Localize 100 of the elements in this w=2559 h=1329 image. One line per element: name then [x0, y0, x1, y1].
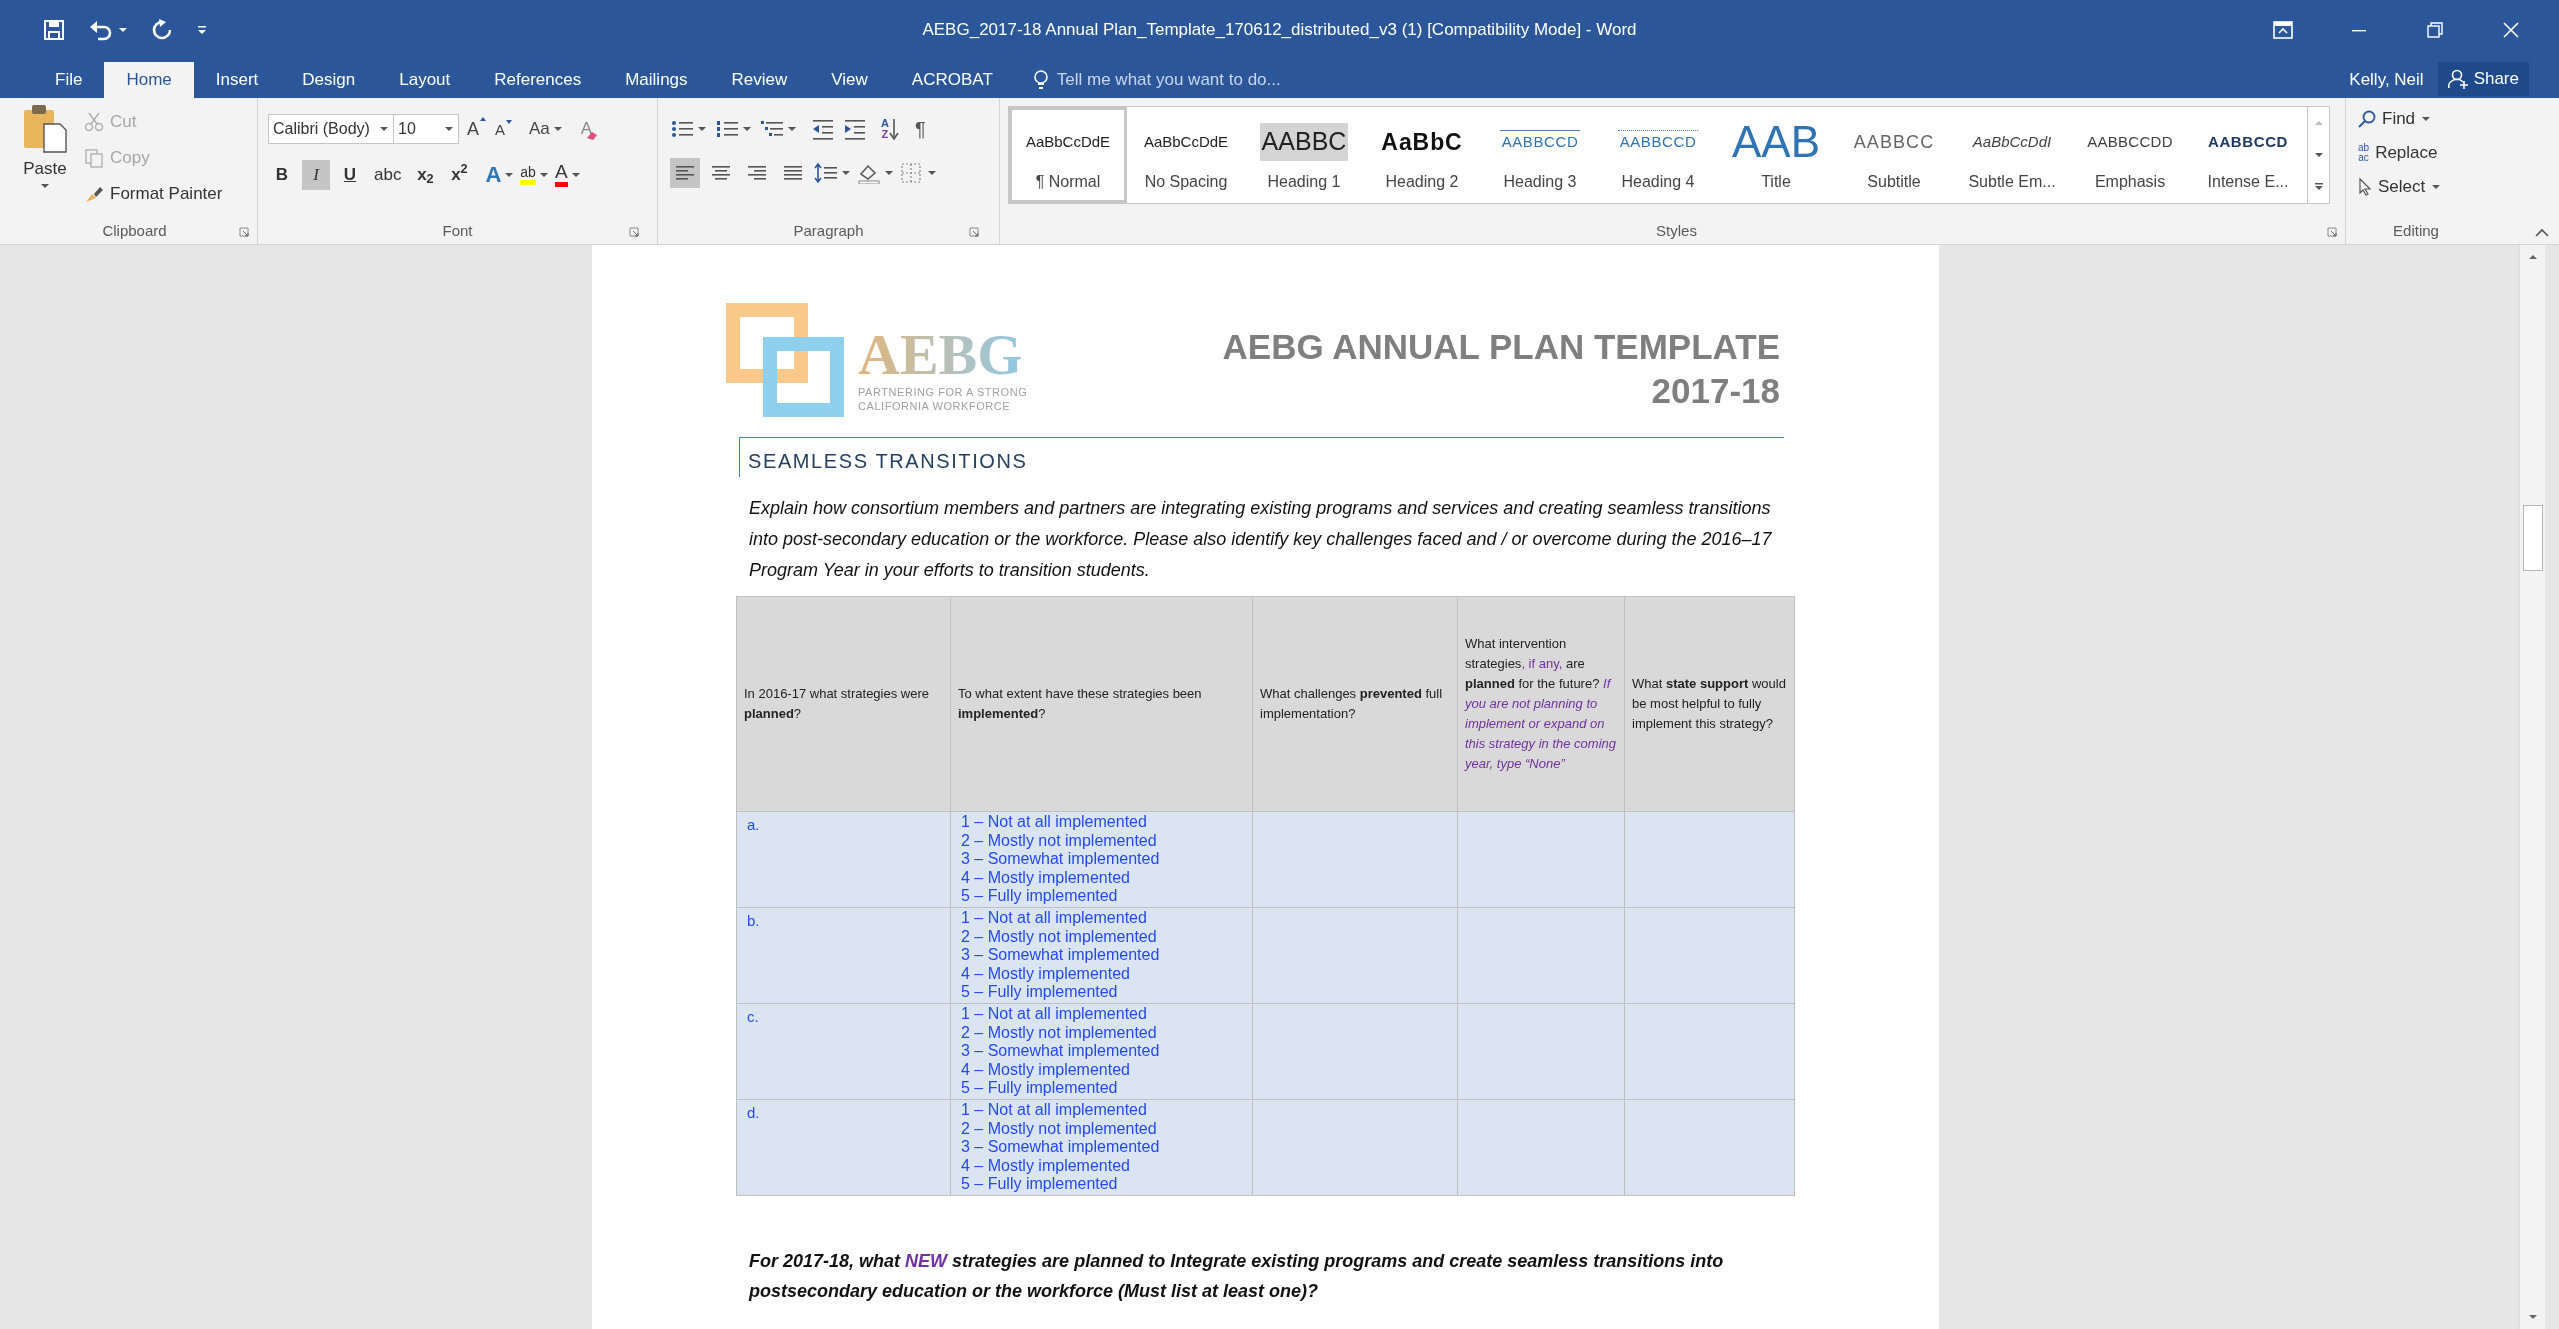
collapse-ribbon-icon[interactable]: [2535, 228, 2549, 238]
rating-option: 1 – Not at all implemented: [961, 909, 1242, 928]
dialog-launcher-icon[interactable]: [629, 227, 639, 237]
copy-icon: [84, 148, 104, 168]
logo-squares-icon: [726, 303, 844, 417]
tell-me-field[interactable]: Tell me what you want to do...: [1056, 67, 1387, 93]
style-gallery-item[interactable]: AABBCCD Heading 4: [1599, 107, 1717, 203]
ribbon-tab[interactable]: References: [472, 62, 604, 98]
undo-icon[interactable]: [88, 18, 114, 42]
caret-icon[interactable]: [841, 169, 851, 177]
style-gallery-item[interactable]: AaBbC Heading 2: [1363, 107, 1481, 203]
rating-option: 3 – Somewhat implemented: [961, 850, 1242, 869]
caret-icon[interactable]: [884, 169, 894, 177]
caret-icon: [504, 170, 515, 179]
format-button[interactable]: U: [336, 159, 364, 190]
dialog-launcher-icon[interactable]: [2327, 227, 2337, 237]
scrollbar-thumb[interactable]: [2522, 505, 2543, 571]
group-label: Font: [442, 220, 473, 241]
ribbon-tab[interactable]: Review: [709, 62, 810, 98]
rating-option: 1 – Not at all implemented: [961, 1101, 1242, 1120]
ribbon-tab[interactable]: Home: [104, 62, 194, 98]
style-gallery-item[interactable]: AaBbCcDdI Subtle Em...: [1953, 107, 2071, 203]
align-left-button[interactable]: [670, 158, 700, 188]
change-case-button[interactable]: Aa: [529, 116, 563, 142]
ribbon-display-icon[interactable]: [2273, 21, 2293, 39]
column-header: What state support would be most helpful to fully implement this strategy?: [1624, 596, 1795, 812]
shading-icon[interactable]: [857, 162, 881, 184]
caret-icon: [2421, 115, 2432, 123]
numbering-icon[interactable]: [715, 118, 739, 140]
ribbon-tab[interactable]: Insert: [193, 62, 281, 98]
dialog-launcher-icon[interactable]: [969, 227, 979, 237]
logo-tagline: PARTNERING FOR A STRONG: [858, 385, 1028, 399]
show-marks-button[interactable]: ¶: [914, 114, 926, 144]
lightbulb-icon: [1032, 69, 1049, 91]
style-gallery-item[interactable]: AAB Title: [1717, 107, 1835, 203]
caret-icon: [2431, 183, 2442, 191]
caret-down-icon: [505, 119, 514, 126]
caret-icon[interactable]: [787, 125, 797, 133]
format-button[interactable]: I: [302, 159, 330, 190]
caret-icon: [538, 170, 549, 179]
pointer-icon: [2358, 178, 2372, 196]
down-arrow-icon: [888, 118, 899, 140]
format-button[interactable]: x$_{2}$: [411, 159, 440, 190]
style-gallery-item[interactable]: AABBCCDD Emphasis: [2071, 107, 2189, 203]
window-title: AEBG_2017-18 Annual Plan_Template_170612_distributed_v3 (1) [Compatibility Mode] - Word: [922, 20, 1637, 40]
shrink-font-button[interactable]: A: [495, 119, 514, 142]
highlight-button[interactable]: ab: [520, 164, 549, 185]
rating-option: 1 – Not at all implemented: [961, 813, 1242, 832]
redo-icon[interactable]: [150, 18, 174, 42]
style-gallery-item[interactable]: AABBCCD Intense E...: [2189, 107, 2307, 203]
restore-icon[interactable]: [2427, 22, 2443, 38]
decrease-indent-icon[interactable]: [811, 118, 835, 140]
vertical-scrollbar[interactable]: [2519, 245, 2545, 1329]
format-button[interactable]: B: [268, 159, 296, 190]
grow-font-button[interactable]: A: [467, 115, 487, 143]
scroll-down-icon[interactable]: [2313, 151, 2324, 159]
clipboard-icon: [22, 104, 68, 154]
caret-icon[interactable]: [697, 125, 707, 133]
caret-icon[interactable]: [118, 26, 128, 34]
ribbon-tab[interactable]: View: [809, 62, 890, 98]
font-size-field[interactable]: 10: [393, 114, 459, 144]
sort-button[interactable]: A Z: [881, 118, 899, 140]
document-title: 2017-18: [1651, 370, 1780, 412]
close-icon[interactable]: [2503, 22, 2519, 38]
clipboard-command[interactable]: Format Painter: [84, 178, 223, 210]
style-gallery-item[interactable]: AABBCC Subtitle: [1835, 107, 1953, 203]
rating-option: 1 – Not at all implemented: [961, 1005, 1242, 1024]
customize-icon[interactable]: [196, 24, 208, 36]
caret-icon: [570, 170, 581, 179]
dialog-launcher-icon[interactable]: [239, 227, 249, 237]
style-gallery-item[interactable]: AABBCCD Heading 3: [1481, 107, 1599, 203]
select-button[interactable]: Select: [2358, 172, 2442, 202]
ribbon-tab[interactable]: Mailings: [603, 62, 710, 98]
increase-indent-icon[interactable]: [843, 118, 867, 140]
table-cell: b.: [736, 907, 951, 1004]
style-gallery-item[interactable]: AABBC Heading 1: [1245, 107, 1363, 203]
ribbon-tab[interactable]: File: [33, 62, 105, 98]
ribbon-tab[interactable]: Design: [280, 62, 378, 98]
ribbon-tab[interactable]: Layout: [377, 62, 473, 98]
save-icon[interactable]: [42, 18, 66, 42]
font-color-button[interactable]: A: [554, 162, 581, 187]
format-button[interactable]: x$^{2}$: [445, 159, 474, 190]
share-button[interactable]: Share: [2437, 62, 2529, 96]
text-effects-button[interactable]: A: [485, 158, 515, 191]
line-spacing-icon[interactable]: [814, 162, 838, 184]
more-styles-icon[interactable]: [2313, 182, 2324, 192]
caret-icon[interactable]: [742, 125, 752, 133]
style-gallery-item[interactable]: AaBbCcDdE ¶ Normal: [1009, 107, 1127, 203]
font-name-field[interactable]: Calibri (Body): [268, 114, 394, 144]
rating-option: 2 – Mostly not implemented: [961, 831, 1242, 851]
paste-button[interactable]: Paste: [12, 98, 78, 218]
find-button[interactable]: Find: [2358, 104, 2442, 134]
group-label: Editing: [2393, 220, 2439, 241]
caret-icon[interactable]: [927, 169, 937, 177]
format-button[interactable]: abc: [370, 159, 406, 190]
group-label: Paragraph: [793, 220, 864, 241]
style-gallery-item[interactable]: AaBbCcDdE No Spacing: [1127, 107, 1245, 203]
ribbon-tab[interactable]: ACROBAT: [889, 62, 1015, 98]
bullets-icon[interactable]: [670, 118, 694, 140]
group-label: Clipboard: [102, 220, 167, 241]
